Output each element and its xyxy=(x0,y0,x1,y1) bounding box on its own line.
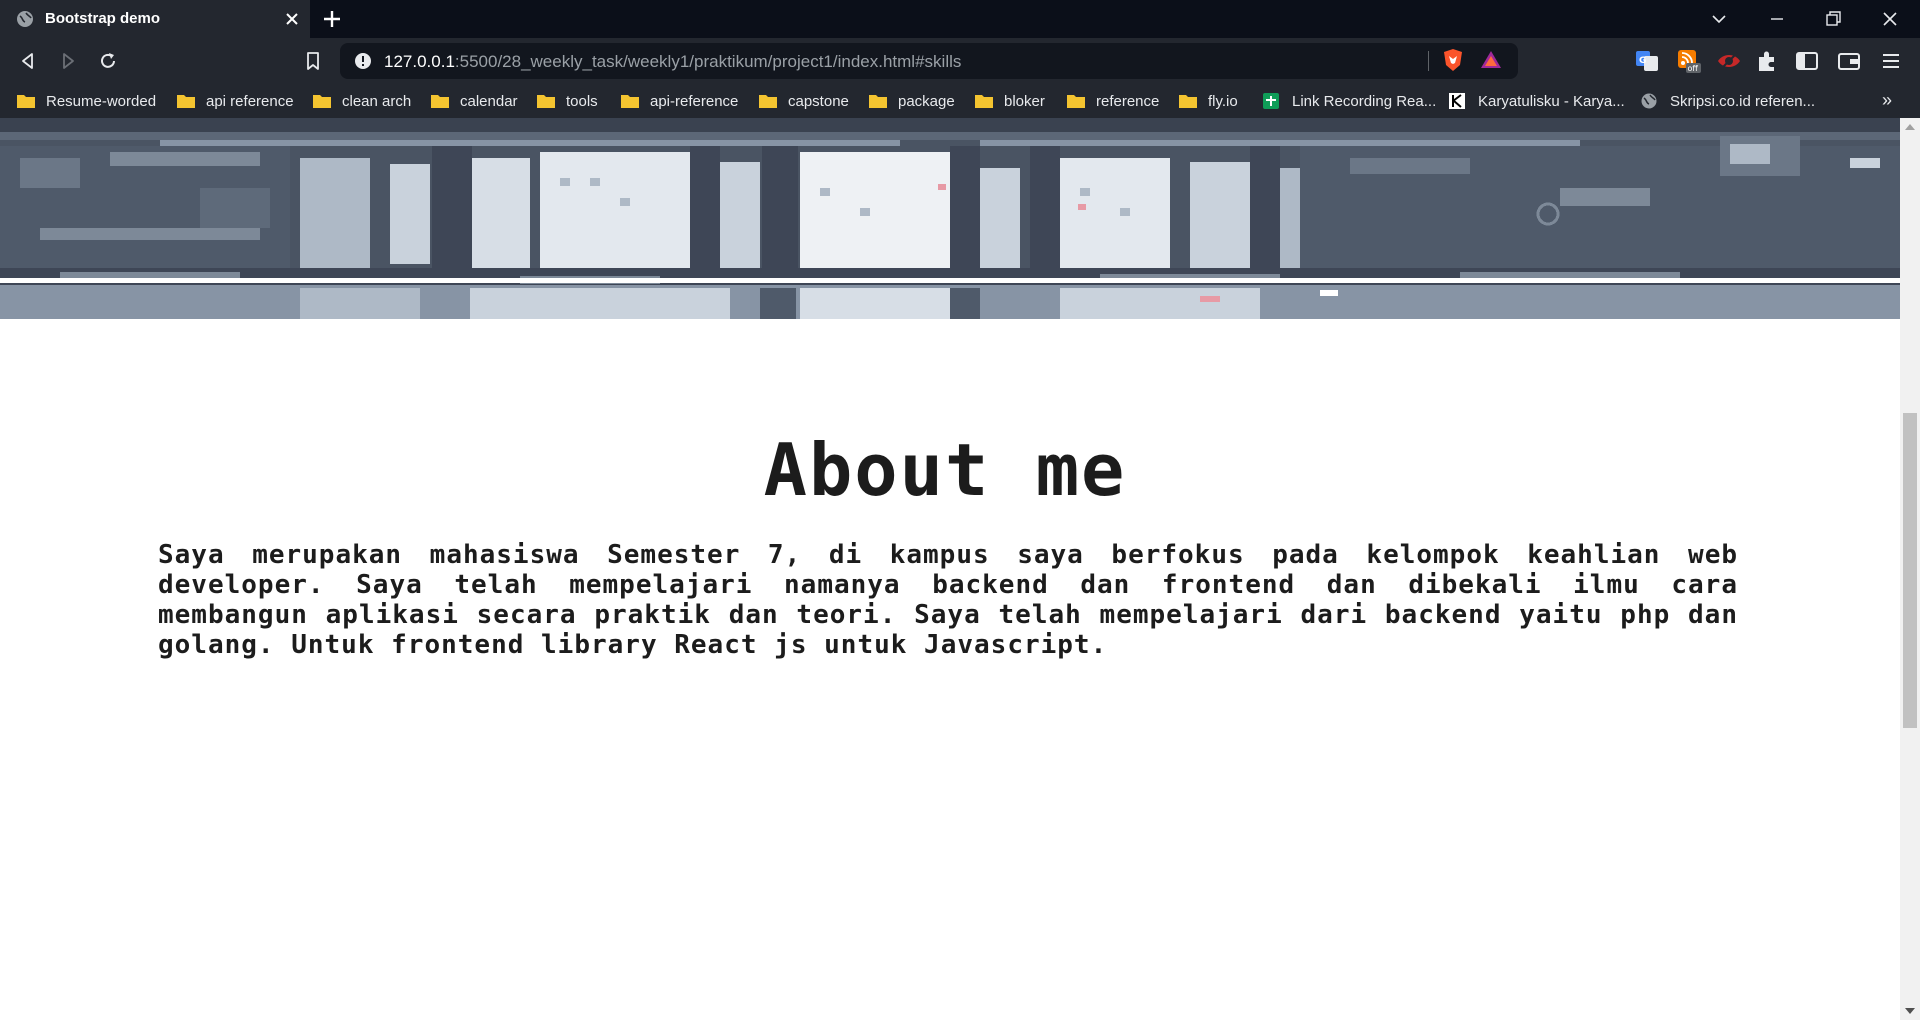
bookmark-resume-worded[interactable]: Resume-worded xyxy=(16,84,156,118)
translate-extension-icon[interactable]: G xyxy=(1634,48,1660,74)
folder-icon xyxy=(177,95,195,108)
menu-icon[interactable] xyxy=(1878,48,1904,74)
scrollbar-thumb[interactable] xyxy=(1903,413,1917,728)
bookmarks-bar: Resume-worded api reference clean arch c… xyxy=(0,84,1920,118)
site-info-icon[interactable] xyxy=(354,52,372,70)
bookmark-label: Skripsi.co.id referen... xyxy=(1670,92,1816,110)
about-paragraph: Saya merupakan mahasiswa Semester 7, di … xyxy=(158,540,1738,660)
about-title: About me xyxy=(763,428,1127,512)
scroll-down-arrow-icon[interactable] xyxy=(1904,1006,1916,1016)
extension-badge: off xyxy=(1688,64,1699,73)
bookmark-capstone[interactable]: capstone xyxy=(758,84,849,118)
browser-toolbar: 127.0.0.1:5500/28_weekly_task/weekly1/pr… xyxy=(0,38,1920,84)
tab-search-chevron-icon[interactable] xyxy=(1707,8,1731,30)
k-logo-icon xyxy=(1449,93,1465,109)
bookmark-icon[interactable] xyxy=(301,49,325,73)
pixel-city-banner xyxy=(0,118,1900,319)
tab-title: Bootstrap demo xyxy=(45,10,161,27)
bookmark-label: capstone xyxy=(788,92,849,110)
reload-icon[interactable] xyxy=(96,49,120,73)
bookmark-label: calendar xyxy=(460,92,518,110)
bookmark-label: Karyatulisku - Karya... xyxy=(1478,92,1625,110)
globe-icon xyxy=(1641,93,1657,109)
brave-rewards-icon[interactable] xyxy=(1478,47,1504,73)
tab-strip: Bootstrap demo xyxy=(0,0,1920,38)
bookmark-label: Resume-worded xyxy=(46,92,157,110)
page-scrollbar[interactable] xyxy=(1900,118,1920,1020)
bookmark-label: api-reference xyxy=(650,92,739,110)
minimize-icon[interactable] xyxy=(1765,8,1789,30)
folder-icon xyxy=(537,95,555,108)
bookmark-label: tools xyxy=(566,92,598,110)
new-tab-icon[interactable] xyxy=(320,7,344,31)
folder-icon xyxy=(621,95,639,108)
folder-icon xyxy=(759,95,777,108)
eye-hidden-extension-icon[interactable] xyxy=(1716,48,1742,74)
sheets-icon xyxy=(1263,93,1279,109)
folder-icon xyxy=(17,95,35,108)
bookmark-clean-arch[interactable]: clean arch xyxy=(312,84,411,118)
folder-icon xyxy=(313,95,331,108)
bookmark-karyatulisku[interactable]: Karyatulisku - Karya... xyxy=(1448,84,1625,118)
folder-icon xyxy=(975,95,993,108)
bookmark-reference[interactable]: reference xyxy=(1066,84,1159,118)
bookmark-api-reference-2[interactable]: api-reference xyxy=(620,84,738,118)
rss-extension-icon[interactable]: off xyxy=(1676,48,1702,74)
back-icon[interactable] xyxy=(16,49,40,73)
tab-active[interactable]: Bootstrap demo xyxy=(0,0,310,38)
bookmark-bloker[interactable]: bloker xyxy=(974,84,1045,118)
bookmark-package[interactable]: package xyxy=(868,84,955,118)
url-path: :5500/28_weekly_task/weekly1/praktikum/p… xyxy=(454,52,962,71)
svg-text:G: G xyxy=(1639,56,1646,66)
bookmark-label: bloker xyxy=(1004,92,1045,110)
sidebar-icon[interactable] xyxy=(1794,48,1820,74)
brave-shields-icon[interactable] xyxy=(1440,47,1466,73)
bookmark-label: api reference xyxy=(206,92,294,110)
bookmark-tools[interactable]: tools xyxy=(536,84,598,118)
bookmark-label: package xyxy=(898,92,955,110)
scroll-up-arrow-icon[interactable] xyxy=(1904,122,1916,132)
folder-icon xyxy=(1179,95,1197,108)
bookmark-label: reference xyxy=(1096,92,1160,110)
close-window-icon[interactable] xyxy=(1878,8,1902,30)
bookmarks-overflow-button[interactable]: » xyxy=(1882,90,1892,111)
address-bar[interactable]: 127.0.0.1:5500/28_weekly_task/weekly1/pr… xyxy=(340,43,1518,79)
url-text[interactable]: 127.0.0.1:5500/28_weekly_task/weekly1/pr… xyxy=(384,52,961,72)
page-viewport: About me Saya merupakan mahasiswa Semest… xyxy=(0,118,1900,1020)
bookmark-label: clean arch xyxy=(342,92,412,110)
forward-icon[interactable] xyxy=(56,49,80,73)
extensions-puzzle-icon[interactable] xyxy=(1754,48,1780,74)
bookmark-api-reference[interactable]: api reference xyxy=(176,84,294,118)
bookmark-calendar[interactable]: calendar xyxy=(430,84,518,118)
wallet-icon[interactable] xyxy=(1836,48,1862,74)
folder-icon xyxy=(1067,95,1085,108)
bookmark-label: fly.io xyxy=(1208,92,1238,110)
bookmark-skripsi[interactable]: Skripsi.co.id referen... xyxy=(1640,84,1815,118)
url-host: 127.0.0.1 xyxy=(384,52,455,71)
bookmark-label: Link Recording Rea... xyxy=(1292,92,1437,110)
omnibox-divider xyxy=(1428,51,1429,71)
globe-icon xyxy=(17,11,33,27)
folder-icon xyxy=(869,95,887,108)
folder-icon xyxy=(431,95,449,108)
restore-icon[interactable] xyxy=(1821,8,1845,30)
bookmark-link-recording[interactable]: Link Recording Rea... xyxy=(1262,84,1436,118)
bookmark-fly-io[interactable]: fly.io xyxy=(1178,84,1238,118)
close-tab-icon[interactable] xyxy=(282,9,302,29)
